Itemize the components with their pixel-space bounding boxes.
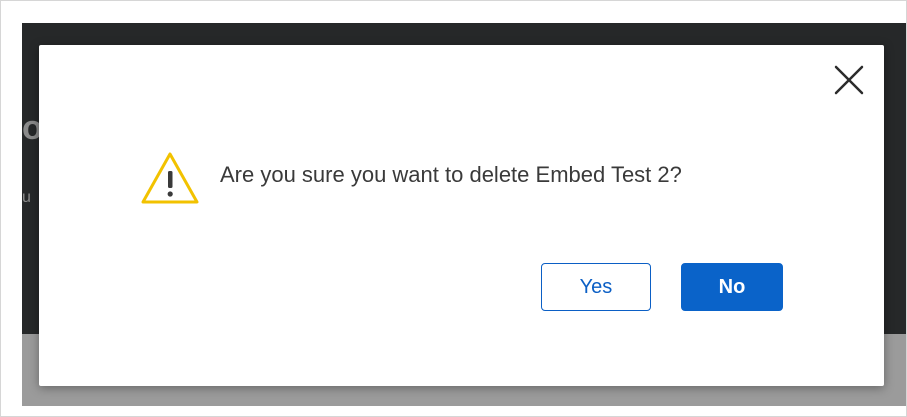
close-icon [834, 65, 864, 95]
background-text-fragment: u [22, 189, 31, 206]
no-button[interactable]: No [681, 263, 783, 311]
warning-icon [139, 150, 201, 206]
confirm-message: Are you sure you want to delete Embed Te… [220, 162, 682, 187]
yes-button[interactable]: Yes [541, 263, 651, 311]
app-frame: o u Are you sure you want to delete Embe… [0, 0, 907, 417]
background-heading-fragment: o [22, 109, 39, 147]
confirm-delete-dialog: Are you sure you want to delete Embed Te… [39, 45, 884, 386]
close-button[interactable] [831, 62, 867, 98]
